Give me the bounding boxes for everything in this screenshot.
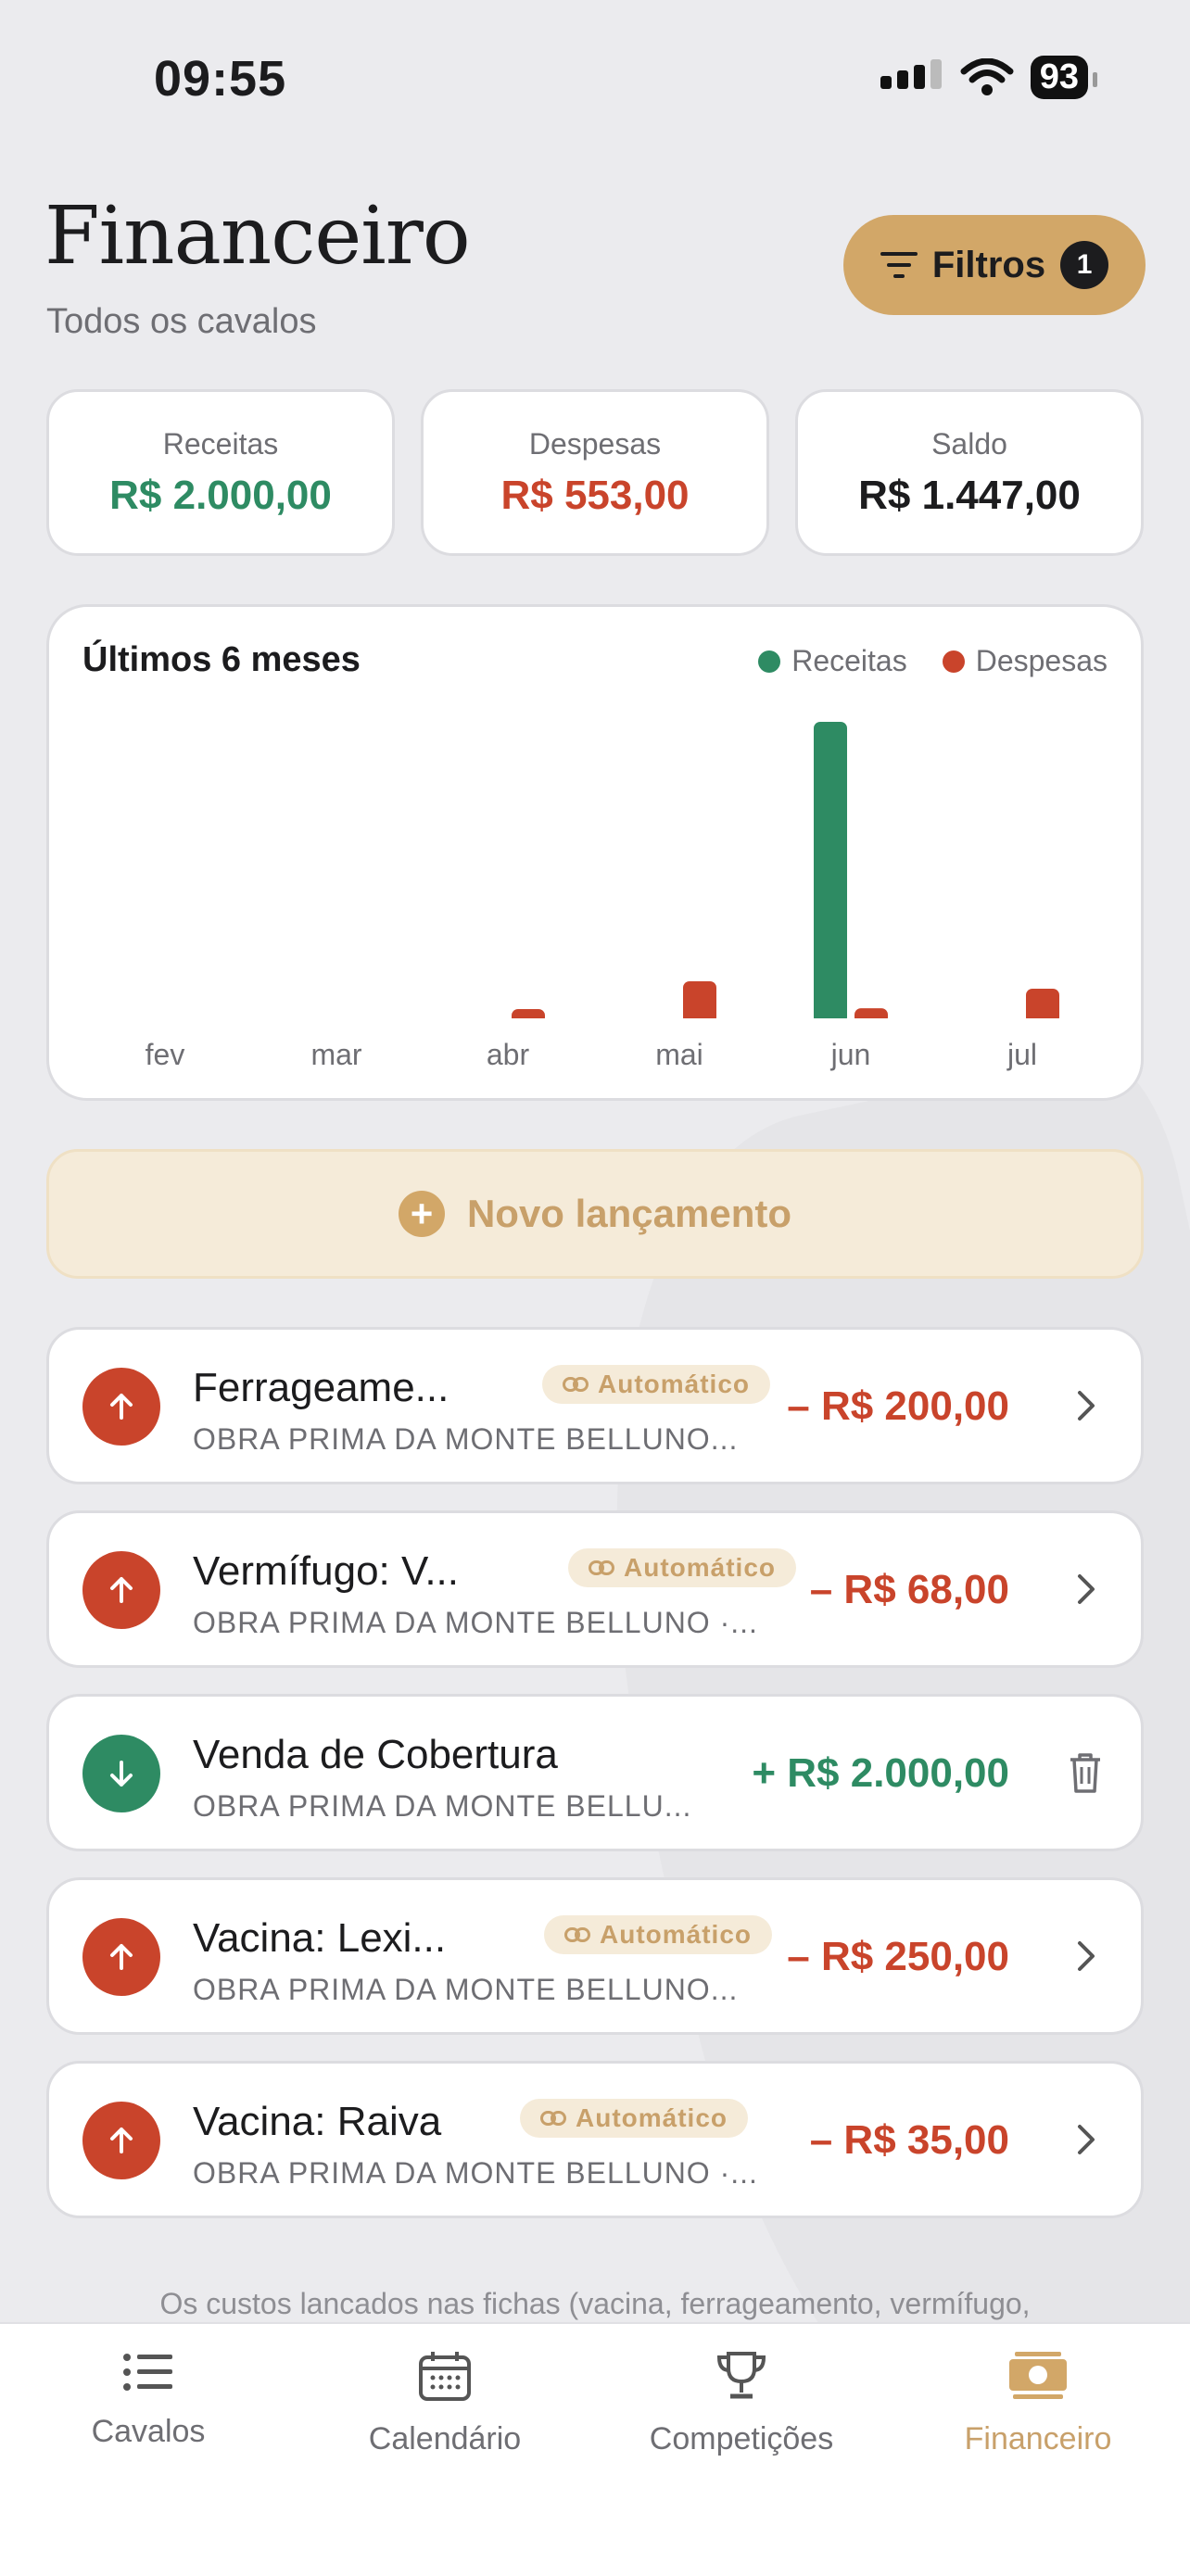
transaction-title: Vacina: Raiva [193, 2099, 442, 2144]
transaction-title: Vacina: Lexi... [193, 1915, 447, 1961]
link-icon [563, 1377, 589, 1392]
link-icon [564, 1927, 590, 1942]
expense-value: R$ 553,00 [500, 473, 690, 518]
chevron-right-icon[interactable] [1067, 2117, 1104, 2166]
tab-label-competicoes: Competições [649, 2421, 834, 2456]
transaction-amount: – R$ 68,00 [809, 1567, 1009, 1612]
tab-financeiro[interactable]: Financeiro [890, 2350, 1186, 2457]
filters-button[interactable]: Filtros 1 [843, 215, 1146, 315]
transaction-subtitle: OBRA PRIMA DA MONTE BELLUNO ·... [193, 2156, 758, 2190]
tab-label-financeiro: Financeiro [964, 2421, 1112, 2456]
chevron-right-icon[interactable] [1067, 1567, 1104, 1616]
expense-label: Despesas [528, 427, 662, 461]
chevron-right-icon[interactable] [1067, 1934, 1104, 1983]
automatic-badge: Automático [568, 1548, 796, 1587]
wifi-icon [960, 57, 1014, 95]
expense-direction-icon [82, 1551, 160, 1629]
bar-expense-mai [683, 981, 716, 1024]
tab-calendario[interactable]: Calendário [297, 2350, 593, 2457]
transaction-row[interactable]: Ferrageame... Automático OBRA PRIMA DA MON… [46, 1327, 1144, 1484]
transaction-row[interactable]: Vacina: Raiva Automático OBRA PRIMA DA MON… [46, 2061, 1144, 2218]
filters-label: Filtros [931, 244, 1046, 285]
cellular-signal-icon [880, 58, 942, 89]
x-tick-label: jul [1006, 1038, 1037, 1071]
tab-bar: Cavalos Calendário Competições Financeir… [0, 2322, 1190, 2576]
x-tick-label: mar [310, 1038, 361, 1071]
transaction-row[interactable]: Vacina: Lexi... Automático OBRA PRIMA DA M… [46, 1877, 1144, 2035]
chart-card: Últimos 6 meses Receitas Despesas fev mar… [46, 604, 1144, 1101]
tab-cavalos[interactable]: Cavalos [0, 2350, 297, 2450]
trash-icon[interactable] [1067, 1750, 1104, 1799]
tab-label-cavalos: Cavalos [91, 2414, 206, 2449]
x-tick-label: fev [146, 1038, 185, 1071]
new-entry-label: Novo lançamento [466, 1192, 792, 1235]
expense-direction-icon [82, 2102, 160, 2179]
transaction-row[interactable]: Vermífugo: V... Automático OBRA PRIMA DA M… [46, 1510, 1144, 1668]
transaction-title: Venda de Cobertura [193, 1732, 558, 1777]
battery-indicator: 93 [1030, 56, 1098, 99]
money-icon [1009, 2352, 1067, 2399]
status-bar: 09:55 93 [0, 0, 1190, 148]
transaction-title: Vermífugo: V... [193, 1548, 459, 1594]
x-tick-label: jun [830, 1038, 871, 1071]
list-icon [123, 2354, 172, 2391]
link-icon [589, 1560, 614, 1575]
transaction-amount: – R$ 250,00 [787, 1934, 1009, 1979]
income-value: R$ 2.000,00 [109, 473, 332, 518]
transaction-subtitle: OBRA PRIMA DA MONTE BELLUNO... [193, 1973, 739, 2006]
x-tick-label: mai [655, 1038, 703, 1071]
balance-summary-card: Saldo R$ 1.447,00 [795, 389, 1144, 556]
expense-direction-icon [82, 1918, 160, 1996]
income-label: Receitas [162, 427, 279, 461]
transaction-subtitle: OBRA PRIMA DA MONTE BELLUNO... [193, 1422, 739, 1456]
transaction-title: Ferrageame... [193, 1365, 449, 1410]
expense-direction-icon [82, 1368, 160, 1446]
automatic-badge-label: Automático [576, 2103, 728, 2132]
automatic-badge: Automático [520, 2099, 748, 2138]
plus-icon: + [398, 1191, 445, 1237]
automatic-badge-label: Automático [600, 1920, 752, 1949]
calendar-icon [419, 2352, 471, 2401]
expense-summary-card: Despesas R$ 553,00 [421, 389, 769, 556]
transaction-subtitle: OBRA PRIMA DA MONTE BELLU... [193, 1789, 692, 1823]
transaction-amount: – R$ 200,00 [787, 1383, 1009, 1429]
x-tick-label: abr [487, 1038, 530, 1071]
page-title: Financeiro [44, 190, 471, 283]
trophy-icon [716, 2352, 766, 2399]
automatic-badge: Automático [542, 1365, 770, 1404]
automatic-badge-label: Automático [598, 1370, 750, 1398]
status-time: 09:55 [154, 51, 287, 107]
income-direction-icon [82, 1735, 160, 1812]
tab-competicoes[interactable]: Competições [593, 2350, 890, 2457]
automatic-badge: Automático [544, 1915, 772, 1954]
balance-value: R$ 1.447,00 [858, 473, 1081, 518]
transaction-amount: – R$ 35,00 [809, 2117, 1009, 2163]
new-entry-button[interactable]: + Novo lançamento [46, 1149, 1144, 1279]
chevron-right-icon[interactable] [1067, 1383, 1104, 1433]
status-icons: 93 [879, 56, 1098, 99]
transaction-row[interactable]: Venda de Cobertura OBRA PRIMA DA MONTE BE… [46, 1694, 1144, 1851]
footnote: Os custos lancados nas fichas (vacina, f… [159, 2287, 1031, 2320]
filter-icon [880, 252, 918, 278]
bar-income-jun [814, 722, 847, 1024]
transaction-amount: + R$ 2.000,00 [752, 1750, 1009, 1796]
automatic-badge-label: Automático [624, 1553, 776, 1582]
link-icon [540, 2111, 566, 2126]
filters-count-badge: 1 [1060, 241, 1109, 289]
tab-label-calendario: Calendário [368, 2421, 522, 2456]
transaction-subtitle: OBRA PRIMA DA MONTE BELLUNO ·... [193, 1606, 758, 1639]
page-subtitle: Todos os cavalos [46, 302, 317, 341]
bar-chart: fev mar abr mai jun jul [49, 722, 1141, 1071]
income-summary-card: Receitas R$ 2.000,00 [46, 389, 395, 556]
chart-baseline-mask [49, 1018, 1141, 1026]
balance-label: Saldo [931, 427, 1007, 461]
